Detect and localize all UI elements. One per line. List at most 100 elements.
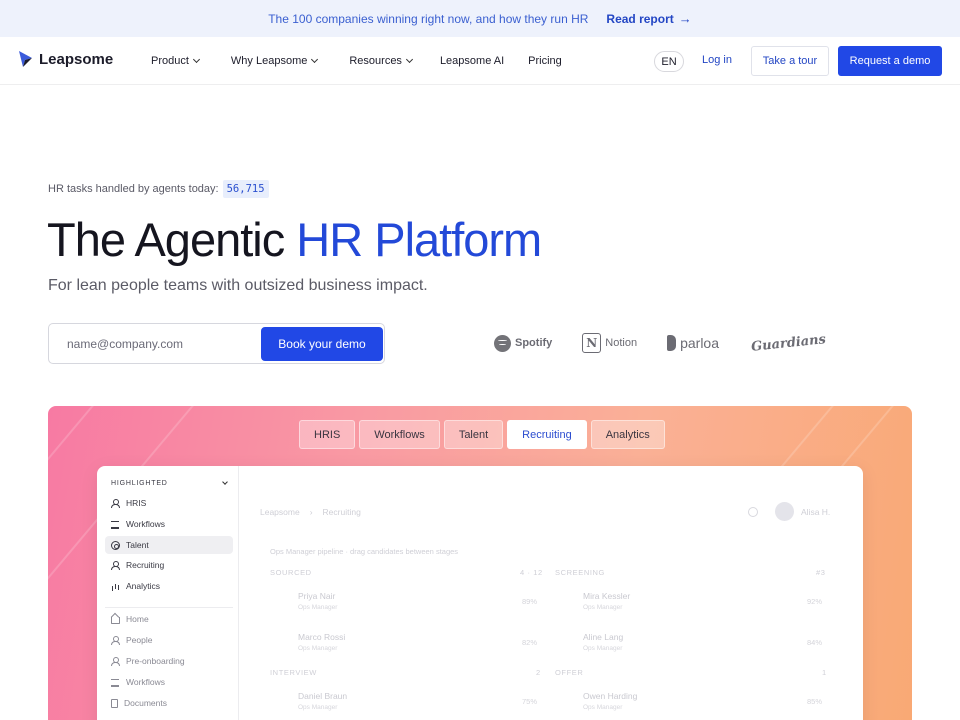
candidate-name[interactable]: Daniel Braun bbox=[298, 691, 347, 701]
sidebar-item-analytics[interactable]: Analytics bbox=[105, 577, 233, 595]
sidebar-item-label: HRIS bbox=[126, 498, 147, 508]
candidate-name[interactable]: Mira Kessler bbox=[583, 591, 630, 601]
nav-why-leapsome[interactable]: Why Leapsome bbox=[230, 55, 319, 67]
customer-logos: Spotify N Notion parloa Guardians bbox=[494, 330, 827, 356]
home-icon bbox=[111, 616, 120, 624]
breadcrumb-separator: › bbox=[309, 507, 313, 517]
main-nav: Product Why Leapsome Resources Leapsome … bbox=[151, 37, 562, 85]
spotify-logo: Spotify bbox=[494, 334, 552, 352]
read-report-link[interactable]: Read report → bbox=[606, 11, 691, 26]
candidate-role: Ops Manager bbox=[298, 704, 338, 711]
nav-product[interactable]: Product bbox=[151, 55, 200, 67]
search-icon[interactable] bbox=[748, 507, 758, 517]
breadcrumb: Leapsome › Recruiting bbox=[260, 507, 361, 517]
nav-pricing-label: Pricing bbox=[528, 55, 562, 67]
sidebar-item-talent[interactable]: Talent bbox=[105, 536, 233, 554]
tab-workflows[interactable]: Workflows bbox=[359, 420, 440, 449]
login-link[interactable]: Log in bbox=[702, 54, 732, 66]
sidebar-item-pre-onboarding[interactable]: Pre-onboarding bbox=[105, 652, 233, 670]
parloa-wordmark: parloa bbox=[680, 335, 719, 351]
people-add-icon bbox=[111, 560, 120, 570]
sidebar-item-label: Workflows bbox=[126, 519, 166, 529]
chevron-down-icon bbox=[311, 55, 319, 64]
candidate-role: Ops Manager bbox=[583, 645, 623, 652]
candidate-name[interactable]: Owen Harding bbox=[583, 691, 637, 701]
nav-pricing[interactable]: Pricing bbox=[528, 55, 562, 67]
parloa-icon bbox=[667, 335, 677, 351]
leapsome-logo-icon bbox=[18, 49, 35, 69]
breadcrumb-current: Recruiting bbox=[322, 507, 361, 517]
counter-label: HR tasks handled by agents today: bbox=[48, 183, 219, 195]
demo-signup-form: Book your demo bbox=[48, 323, 385, 364]
breadcrumb-root[interactable]: Leapsome bbox=[260, 507, 300, 517]
logo-wordmark: Leapsome bbox=[39, 50, 114, 68]
candidate-role: Ops Manager bbox=[583, 704, 623, 711]
tab-hris[interactable]: HRIS bbox=[299, 420, 356, 449]
language-selector[interactable]: EN bbox=[654, 51, 684, 72]
email-input[interactable] bbox=[59, 330, 259, 357]
column-header: SOURCED bbox=[270, 568, 312, 577]
sidebar-item-label: Home bbox=[126, 614, 149, 624]
nav-resources-label: Resources bbox=[349, 55, 402, 67]
sidebar-item-recruiting[interactable]: Recruiting bbox=[105, 556, 233, 574]
sidebar-item-label: Documents bbox=[124, 698, 167, 708]
sidebar-item-label: Pre-onboarding bbox=[126, 656, 185, 666]
sidebar-item-label: Analytics bbox=[126, 581, 161, 591]
column-header: SCREENING bbox=[555, 568, 605, 577]
column-count: 2 bbox=[536, 668, 541, 677]
take-a-tour-button[interactable]: Take a tour bbox=[751, 46, 829, 76]
nav-leapsome-ai-label: Leapsome AI bbox=[439, 55, 505, 67]
nav-resources[interactable]: Resources bbox=[349, 55, 413, 67]
candidate-score: 89% bbox=[522, 597, 538, 606]
parloa-logo: parloa bbox=[667, 335, 719, 351]
tab-talent[interactable]: Talent bbox=[443, 420, 504, 449]
sidebar-item-workflows-secondary[interactable]: Workflows bbox=[105, 673, 233, 691]
app-preview-window: HIGHLIGHTED HRIS Workflows Talent Recrui… bbox=[97, 466, 863, 720]
sidebar-item-people[interactable]: People bbox=[105, 631, 233, 649]
tab-analytics[interactable]: Analytics bbox=[590, 420, 665, 449]
spotify-icon bbox=[494, 334, 511, 352]
announcement-bar: The 100 companies winning right now, and… bbox=[0, 0, 960, 37]
request-demo-button[interactable]: Request a demo bbox=[838, 46, 942, 76]
sidebar-item-hris[interactable]: HRIS bbox=[105, 494, 233, 512]
nav-leapsome-ai[interactable]: Leapsome AI bbox=[440, 55, 504, 67]
sidebar-item-home[interactable]: Home bbox=[105, 610, 233, 628]
guardians-wordmark: Guardians bbox=[750, 331, 827, 355]
column-header: OFFER bbox=[555, 668, 584, 677]
sidebar-item-workflows[interactable]: Workflows bbox=[105, 515, 233, 533]
candidate-score: 85% bbox=[807, 697, 823, 706]
sidebar-section-header[interactable]: HIGHLIGHTED bbox=[111, 479, 228, 487]
read-report-label: Read report bbox=[606, 11, 674, 26]
candidate-name[interactable]: Priya Nair bbox=[298, 591, 335, 601]
list-icon bbox=[111, 678, 120, 687]
nav-product-label: Product bbox=[151, 55, 189, 67]
people-icon bbox=[111, 498, 120, 508]
sidebar-item-label: Workflows bbox=[126, 677, 166, 687]
sidebar-item-documents[interactable]: Documents bbox=[105, 694, 233, 712]
site-header: Leapsome Product Why Leapsome Resources … bbox=[0, 37, 960, 85]
arrow-right-icon: → bbox=[678, 11, 692, 26]
list-icon bbox=[111, 520, 120, 529]
headline-accent: HR Platform bbox=[296, 213, 542, 266]
guardians-logo: Guardians bbox=[750, 332, 826, 355]
column-count: 1 bbox=[822, 668, 827, 677]
page-title: The Agentic HR Platform bbox=[47, 212, 542, 267]
chevron-down-icon bbox=[192, 55, 200, 64]
candidate-role: Ops Manager bbox=[583, 604, 623, 611]
candidate-name[interactable]: Marco Rossi bbox=[298, 632, 345, 642]
product-showcase: HRIS Workflows Talent Recruiting Analyti… bbox=[48, 406, 912, 720]
sidebar-item-label: People bbox=[126, 635, 153, 645]
book-demo-button[interactable]: Book your demo bbox=[261, 327, 383, 361]
sidebar-divider bbox=[105, 607, 233, 608]
nav-why-leapsome-label: Why Leapsome bbox=[230, 55, 308, 67]
notion-logo: N Notion bbox=[582, 333, 637, 353]
leapsome-logo[interactable]: Leapsome bbox=[18, 49, 113, 69]
candidate-name[interactable]: Aline Lang bbox=[583, 632, 623, 642]
column-count: #3 bbox=[816, 568, 826, 577]
user-name: Alisa H. bbox=[801, 507, 831, 517]
tab-recruiting[interactable]: Recruiting bbox=[507, 420, 587, 449]
avatar[interactable] bbox=[775, 502, 794, 521]
headline-plain: The Agentic bbox=[47, 213, 297, 266]
candidate-score: 75% bbox=[522, 697, 538, 706]
chevron-down-icon bbox=[222, 479, 228, 485]
